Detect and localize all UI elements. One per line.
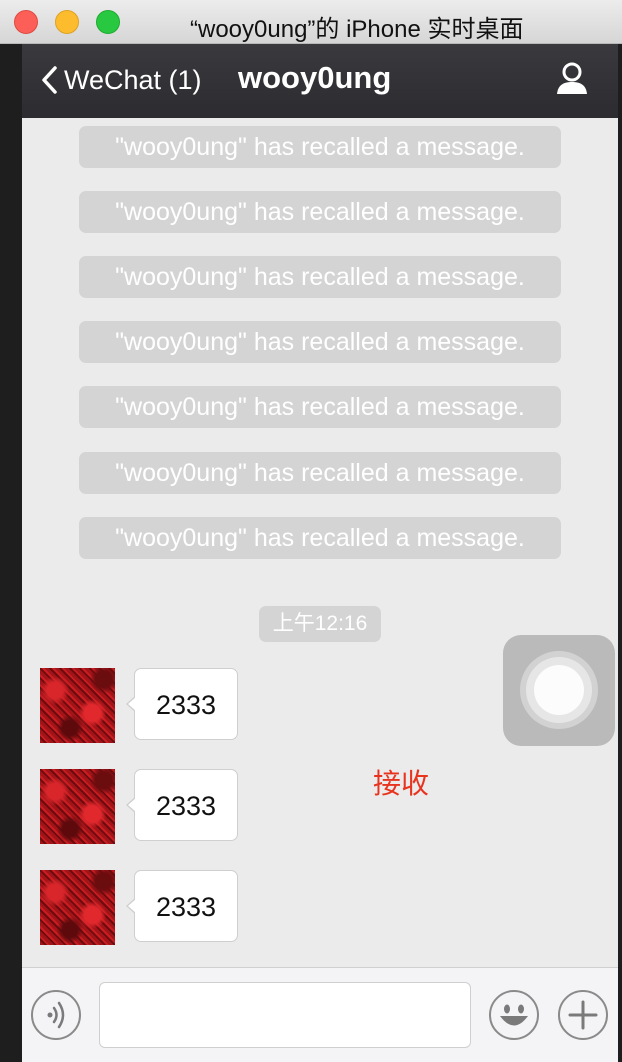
assistive-ring-inner <box>534 665 584 715</box>
window-titlebar: “wooy0ung”的 iPhone 实时桌面 <box>0 0 622 44</box>
recall-notice: "wooy0ung" has recalled a message. <box>79 386 561 428</box>
back-button[interactable]: WeChat (1) <box>40 62 202 98</box>
recall-notice: "wooy0ung" has recalled a message. <box>79 256 561 298</box>
avatar[interactable] <box>40 870 115 945</box>
timestamp: 上午12:16 <box>259 606 381 642</box>
recall-notice: "wooy0ung" has recalled a message. <box>79 126 561 168</box>
message-input[interactable] <box>99 982 471 1048</box>
person-icon[interactable] <box>554 61 590 97</box>
maximize-window-button[interactable] <box>96 10 120 34</box>
window-title: “wooy0ung”的 iPhone 实时桌面 <box>190 16 524 43</box>
avatar[interactable] <box>40 668 115 743</box>
emoji-icon[interactable] <box>488 989 540 1041</box>
back-label: WeChat (1) <box>64 64 202 95</box>
avatar[interactable] <box>40 769 115 844</box>
message-bubble[interactable]: 2333 <box>126 769 238 841</box>
assistive-touch-button[interactable] <box>503 635 615 746</box>
recall-notice: "wooy0ung" has recalled a message. <box>79 321 561 363</box>
left-frame <box>0 44 22 1062</box>
input-toolbar <box>22 967 618 1062</box>
recall-notice: "wooy0ung" has recalled a message. <box>79 452 561 494</box>
receive-annotation: 接收 <box>373 768 430 799</box>
chat-title: wooy0ung <box>238 60 392 95</box>
chevron-left-icon <box>42 66 57 94</box>
recall-notice: "wooy0ung" has recalled a message. <box>79 191 561 233</box>
phone-screen: WeChat (1) wooy0ung "wooy0ung" has recal… <box>22 44 618 1062</box>
recall-notice: "wooy0ung" has recalled a message. <box>79 517 561 559</box>
right-frame <box>618 44 622 1062</box>
minimize-window-button[interactable] <box>55 10 79 34</box>
voice-icon[interactable] <box>30 989 82 1041</box>
message-bubble[interactable]: 2333 <box>126 668 238 740</box>
chat-navbar: WeChat (1) wooy0ung <box>22 44 618 118</box>
message-bubble[interactable]: 2333 <box>126 870 238 942</box>
plus-icon[interactable] <box>557 989 609 1041</box>
close-window-button[interactable] <box>14 10 38 34</box>
